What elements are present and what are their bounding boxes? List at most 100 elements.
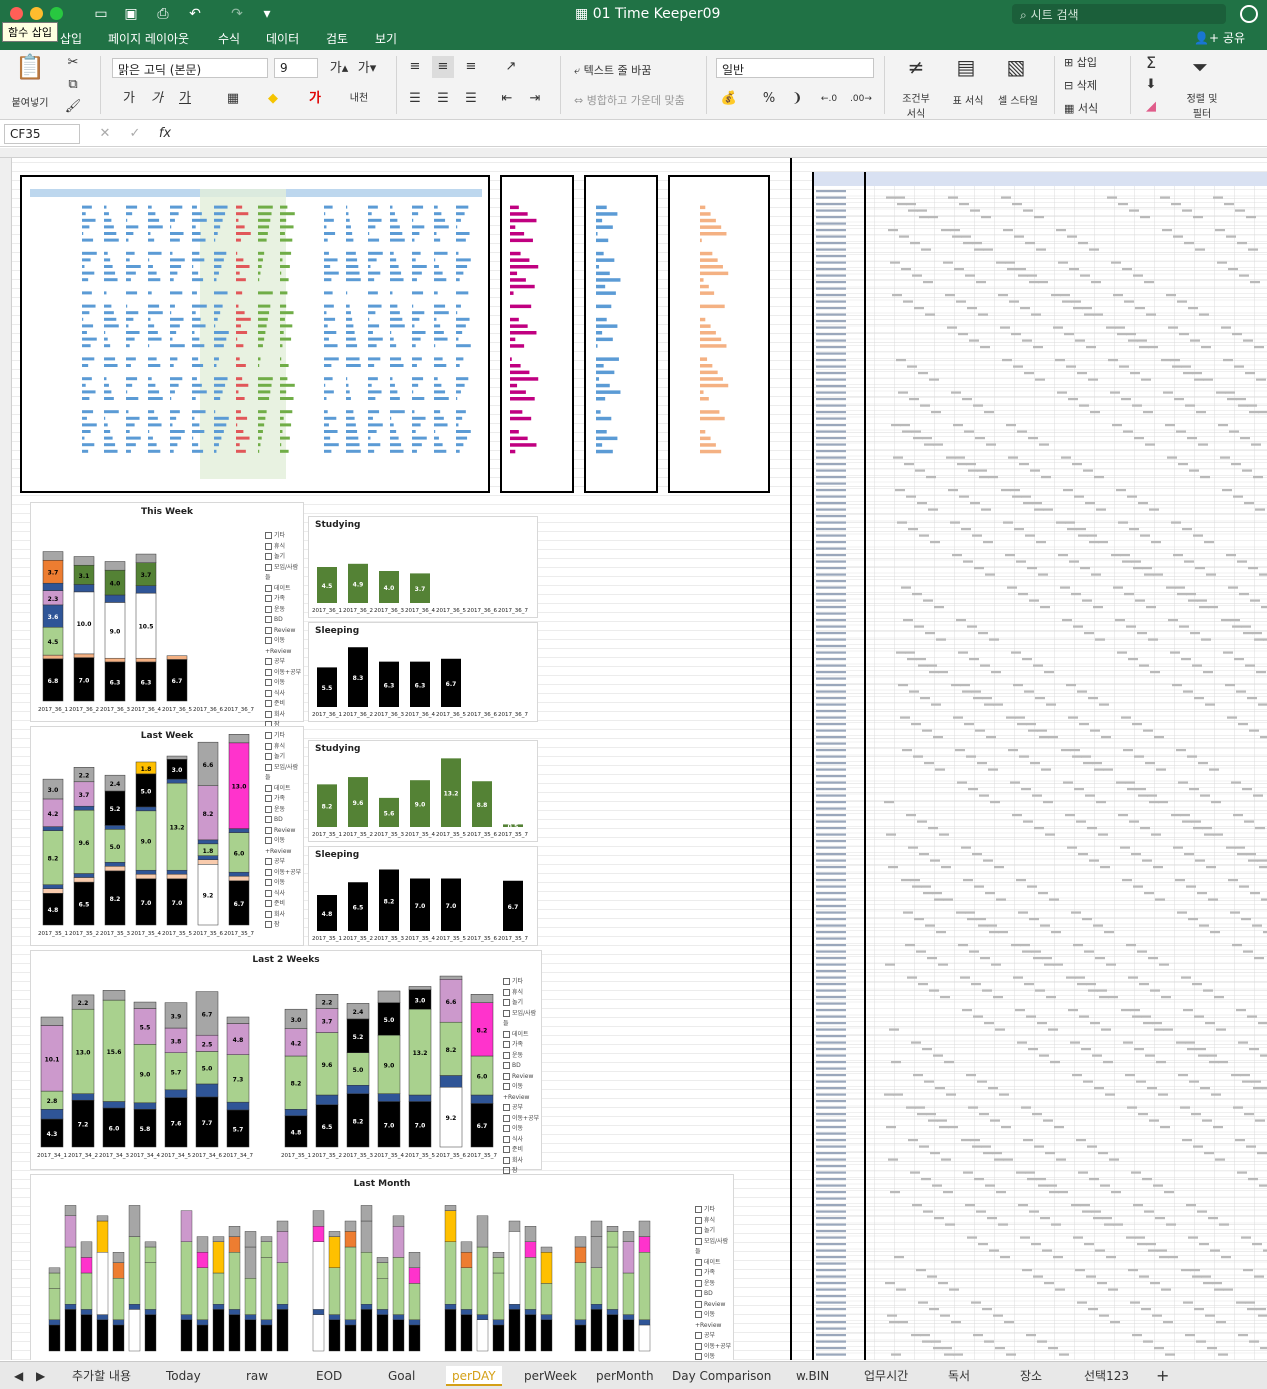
italic-button[interactable]: 가 [146,88,168,110]
next-sheet-icon[interactable]: ▶ [36,1366,45,1386]
sheet-tab-13[interactable]: 선택123 [1084,1366,1129,1386]
underline-button[interactable]: 가 [174,88,196,110]
add-sheet-button[interactable]: + [1156,1366,1169,1386]
align-left-icon[interactable]: ☰ [404,88,426,110]
this-week-chart[interactable]: This Week 6.8 4.5 3.6 2.3 3.7 2017_36_1 7.0 10.… [30,502,304,728]
maximize-window-button[interactable] [50,7,63,20]
borders-icon[interactable]: ▦ [222,88,244,110]
close-window-button[interactable] [10,7,23,20]
conditional-format-icon[interactable]: ≠ [902,56,930,84]
worksheet[interactable]: This Week 6.8 4.5 3.6 2.3 3.7 2017_36_1 7.0 10.… [0,148,1267,1360]
decrease-indent-icon[interactable]: ⇤ [496,88,518,110]
fill-icon[interactable]: ⬇ [1140,74,1162,96]
increase-indent-icon[interactable]: ⇥ [524,88,546,110]
font-name-select[interactable]: 맑은 고딕 (본문) [112,58,268,78]
align-right-icon[interactable]: ☰ [460,88,482,110]
sheet-tab-10[interactable]: 업무시간 [864,1366,908,1386]
align-center-icon[interactable]: ☰ [432,88,454,110]
account-icon[interactable] [1240,5,1258,23]
text-orientation-button[interactable]: 내천 [346,88,372,110]
last-week-studying-chart[interactable]: Studying 8.2 2017_35_1 9.6 2017_35_2 5.6 2017… [308,740,538,842]
cell-styles-icon[interactable]: ▧ [1002,56,1030,84]
sheet-tab-4[interactable]: Goal [388,1366,415,1386]
sheet-tab-6[interactable]: perWeek [524,1366,577,1386]
sheet-tab-0[interactable]: 추가할 내용 [72,1366,131,1386]
tab-data[interactable]: 데이터 [266,30,299,48]
last-2-weeks-chart[interactable]: Last 2 Weeks 4.3 2.8 10.1 2017_34_1 7.2 13.0 2… [30,950,542,1174]
sheet-tab-9[interactable]: w.BIN [796,1366,829,1386]
customize-toolbar-icon[interactable]: ▾ [258,5,276,23]
name-box[interactable]: CF35 [4,124,80,144]
tab-review[interactable]: 검토 [326,30,348,48]
increase-decimal-icon[interactable]: ←.0 [818,88,840,110]
sheet-tab-11[interactable]: 독서 [948,1366,970,1386]
sheet-tab-2[interactable]: raw [246,1366,268,1386]
font-color-icon[interactable]: 가 [304,88,326,110]
undo-icon[interactable]: ↶ [186,5,204,23]
sheet-tab-8[interactable]: Day Comparison [672,1366,771,1386]
sort-filter-icon[interactable]: ⏷ [1186,56,1214,84]
merge-center-button[interactable]: ⇔ 병합하고 가운데 맞춤 [574,92,685,108]
paste-icon[interactable]: 📋 [14,55,46,88]
sheet-tab-3[interactable]: EOD [316,1366,342,1386]
last-week-sleeping-chart[interactable]: Sleeping 4.8 2017_35_1 6.5 2017_35_2 8.2 2017… [308,846,538,946]
sort-filter-label[interactable]: 정렬 및 필터 [1178,90,1226,120]
font-size-select[interactable]: 9 [274,58,318,78]
decrease-font-icon[interactable]: 가▾ [356,58,378,80]
number-format-select[interactable]: 일반 [716,58,874,78]
redo-icon[interactable]: ↷ [228,5,246,23]
paste-label[interactable]: 붙여넣기 [8,94,52,109]
last-month-chart[interactable]: Last Month 기타 휴식 놀기 모임/사람들 데이트 가족 운동 BD Review 이동… [30,1174,734,1360]
copy-icon[interactable]: ⧉ [62,74,84,96]
delete-cells-button[interactable]: ⊟ 삭제 [1064,77,1097,93]
save-icon[interactable]: ▣ [122,5,140,23]
last-week-chart[interactable]: Last Week 4.8 8.2 4.2 3.0 2017_35_1 6.5 9.6 3.7… [30,726,304,946]
column-headers[interactable] [0,148,1267,158]
tab-view[interactable]: 보기 [375,30,397,48]
orientation-icon[interactable]: ↗ [500,56,522,78]
increase-font-icon[interactable]: 가▴ [328,58,350,80]
cut-icon[interactable]: ✂ [62,52,84,74]
sheet-tab-5[interactable]: perDAY [446,1366,502,1386]
minimize-window-button[interactable] [30,7,43,20]
format-painter-icon[interactable]: 🖌 [62,96,84,118]
sheet-search-input[interactable]: ⌕ 시트 검색 [1012,4,1226,24]
tab-formulas[interactable]: 수식 [218,30,240,48]
prev-sheet-icon[interactable]: ◀ [14,1366,23,1386]
confirm-entry-icon[interactable]: ✓ [124,123,146,145]
tab-insert[interactable]: 삽입 [60,30,82,48]
formula-input[interactable] [184,124,1262,144]
summary-cell-bar [390,377,393,381]
share-button[interactable]: 👤+ 공유 [1194,29,1245,46]
format-as-table-icon[interactable]: ▤ [952,56,980,84]
sidebar-icon[interactable]: ▭ [92,5,110,23]
align-top-icon[interactable]: ≡ [404,56,426,78]
cancel-entry-icon[interactable]: ✕ [94,123,116,145]
this-week-sleeping-chart[interactable]: Sleeping 5.5 2017_36_1 8.3 2017_36_2 6.3 2017… [308,622,538,722]
format-as-table-label[interactable]: 표 서식 [946,92,990,107]
wrap-text-button[interactable]: ⤶ 텍스트 줄 바꿈 [574,62,651,78]
raw-data-table[interactable] [812,172,1267,1360]
clear-icon[interactable]: ◢ [1140,96,1162,118]
autosum-icon[interactable]: Σ [1140,52,1162,74]
percent-style-button[interactable]: % [758,88,780,110]
decrease-decimal-icon[interactable]: .00→ [850,88,872,110]
print-icon[interactable]: ⎙ [154,5,172,23]
fill-color-icon[interactable]: ◆ [262,88,284,110]
align-bottom-icon[interactable]: ≡ [460,56,482,78]
comma-style-icon[interactable]: ❩ [786,88,808,110]
tab-page-layout[interactable]: 페이지 레이아웃 [108,30,189,48]
sheet-tab-1[interactable]: Today [166,1366,201,1386]
conditional-format-label[interactable]: 조건부 서식 [892,90,940,120]
align-middle-icon[interactable]: ≡ [432,56,454,78]
this-week-studying-chart[interactable]: Studying 4.5 2017_36_1 4.9 2017_36_2 4.0 2017… [308,516,538,618]
sheet-tab-12[interactable]: 장소 [1020,1366,1042,1386]
sheet-tab-7[interactable]: perMonth [596,1366,654,1386]
insert-function-button[interactable]: fx [154,123,176,145]
format-cells-button[interactable]: ▦ 서식 [1064,100,1098,116]
insert-cells-button[interactable]: ⊞ 삽입 [1064,54,1097,70]
row-headers[interactable] [0,158,12,1360]
bold-button[interactable]: 가 [118,88,140,110]
accounting-format-icon[interactable]: 💰 [718,88,740,110]
cell-styles-label[interactable]: 셀 스타일 [994,92,1042,107]
